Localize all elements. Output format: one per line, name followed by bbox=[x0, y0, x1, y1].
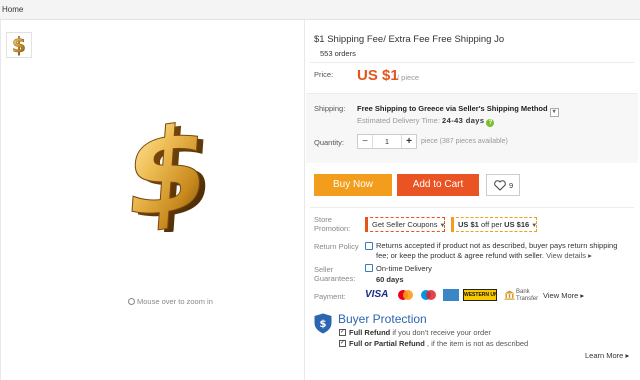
product-title: $1 Shipping Fee/ Extra Fee Free Shipping… bbox=[314, 34, 505, 45]
western-union-icon: WESTERN UNION bbox=[463, 289, 497, 301]
divider bbox=[310, 62, 634, 63]
protection-item-2-rest: , if the item is not as described bbox=[424, 339, 529, 348]
guarantee-days: 60 days bbox=[376, 275, 404, 284]
document-icon bbox=[365, 242, 373, 250]
top-bar: Home bbox=[0, 0, 640, 20]
zoom-hint: Mouse over to zoom in bbox=[128, 297, 213, 306]
svg-text:$: $ bbox=[12, 33, 26, 57]
return-policy-text: Returns accepted if product not as descr… bbox=[376, 241, 626, 261]
buyer-protection-title: Buyer Protection bbox=[338, 312, 427, 326]
view-more-payment-link[interactable]: View More ▸ bbox=[543, 291, 584, 300]
product-thumbnail[interactable]: $ bbox=[6, 32, 32, 58]
store-promotion-label-1: Store bbox=[314, 215, 332, 224]
discount-threshold: US $16 bbox=[504, 220, 530, 229]
add-to-cart-button[interactable]: Add to Cart bbox=[397, 174, 479, 196]
maestro-icon bbox=[420, 289, 437, 301]
availability-text: piece (387 pieces available) bbox=[421, 138, 508, 145]
divider bbox=[310, 207, 634, 208]
quantity-label: Quantity: bbox=[314, 138, 345, 147]
discount-amount: US $1 bbox=[458, 220, 479, 229]
heart-icon bbox=[494, 180, 506, 191]
price-label: Price: bbox=[314, 70, 334, 79]
caret-down-icon: ▼ bbox=[439, 223, 446, 229]
protection-item-1-rest: if you don't receive your order bbox=[390, 328, 491, 337]
bank-icon bbox=[504, 290, 515, 300]
view-details-link[interactable]: View details ▸ bbox=[546, 251, 592, 260]
discount-coupon-dropdown[interactable]: US $1 off per US $16 ▼ bbox=[451, 217, 537, 232]
checkmark-icon: ✓ bbox=[339, 329, 346, 336]
bank-line-2: Transfer bbox=[516, 296, 539, 302]
store-promotion-label-2: Promotion: bbox=[314, 224, 351, 233]
shipping-label: Shipping: bbox=[314, 104, 346, 113]
visa-icon: VISA bbox=[365, 289, 389, 300]
bank-transfer-label: Bank Transfer bbox=[516, 289, 538, 303]
price-unit: / piece bbox=[397, 73, 420, 82]
protection-item-2-bold: Full or Partial Refund bbox=[349, 339, 425, 348]
learn-more-link[interactable]: Learn More ▸ bbox=[585, 351, 629, 360]
product-image-dollar-sign[interactable]: $ $ bbox=[108, 98, 220, 249]
clock-icon bbox=[365, 264, 373, 272]
help-icon[interactable]: ? bbox=[486, 119, 495, 127]
protection-full-refund: Full Refund if you don't receive your or… bbox=[349, 328, 491, 337]
guarantee-on-time-delivery: On-time Delivery bbox=[376, 264, 432, 273]
increase-quantity-button[interactable]: + bbox=[401, 135, 416, 148]
checkmark-icon: ✓ bbox=[339, 340, 346, 347]
mastercard-icon bbox=[397, 289, 414, 301]
guarantees-label-2: Guarantees: bbox=[314, 274, 356, 283]
breadcrumb-home[interactable]: Home bbox=[2, 5, 23, 14]
caret-down-icon: ▼ bbox=[531, 223, 538, 229]
quantity-stepper: − 1 + bbox=[357, 134, 417, 149]
chevron-down-icon[interactable]: ▾ bbox=[549, 108, 559, 117]
price-value: US $1 bbox=[357, 67, 399, 84]
view-more-text: View More bbox=[543, 291, 579, 300]
product-details-panel bbox=[304, 20, 640, 380]
shield-icon: $ bbox=[314, 313, 332, 334]
delivery-estimate: Estimated Delivery Time: 24-43 days? bbox=[357, 116, 495, 127]
seller-coupons-dropdown[interactable]: Get Seller Coupons ▼ bbox=[365, 217, 446, 232]
decrease-quantity-button[interactable]: − bbox=[358, 135, 373, 148]
search-icon bbox=[128, 298, 135, 305]
learn-more-text: Learn More bbox=[585, 351, 624, 360]
order-count: 553 orders bbox=[320, 49, 356, 58]
bank-line-1: Bank bbox=[516, 289, 530, 295]
wishlist-button[interactable]: 9 bbox=[486, 174, 520, 196]
discount-mid: off per bbox=[478, 220, 505, 229]
estimate-days: 24-43 days bbox=[442, 116, 485, 125]
protection-partial-refund: Full or Partial Refund , if the item is … bbox=[349, 339, 528, 348]
shipping-method-text: Free Shipping to Greece via Seller's Shi… bbox=[357, 104, 548, 113]
return-policy-label: Return Policy bbox=[314, 242, 359, 251]
image-gallery: $ $ $ Mouse over to zoom in bbox=[0, 20, 304, 380]
guarantees-label-1: Seller bbox=[314, 265, 334, 274]
wishlist-count: 9 bbox=[509, 181, 514, 190]
svg-text:$: $ bbox=[320, 319, 327, 330]
view-details-text: View details bbox=[546, 251, 587, 260]
seller-coupons-text: Get Seller Coupons bbox=[372, 220, 438, 229]
protection-item-1-bold: Full Refund bbox=[349, 328, 391, 337]
svg-text:$: $ bbox=[120, 112, 214, 232]
amex-icon bbox=[443, 289, 459, 301]
zoom-hint-text: Mouse over to zoom in bbox=[137, 297, 213, 306]
quantity-input[interactable]: 1 bbox=[373, 135, 401, 148]
payment-label: Payment: bbox=[314, 292, 346, 301]
buy-now-button[interactable]: Buy Now bbox=[314, 174, 392, 196]
estimate-label: Estimated Delivery Time: bbox=[357, 116, 440, 125]
